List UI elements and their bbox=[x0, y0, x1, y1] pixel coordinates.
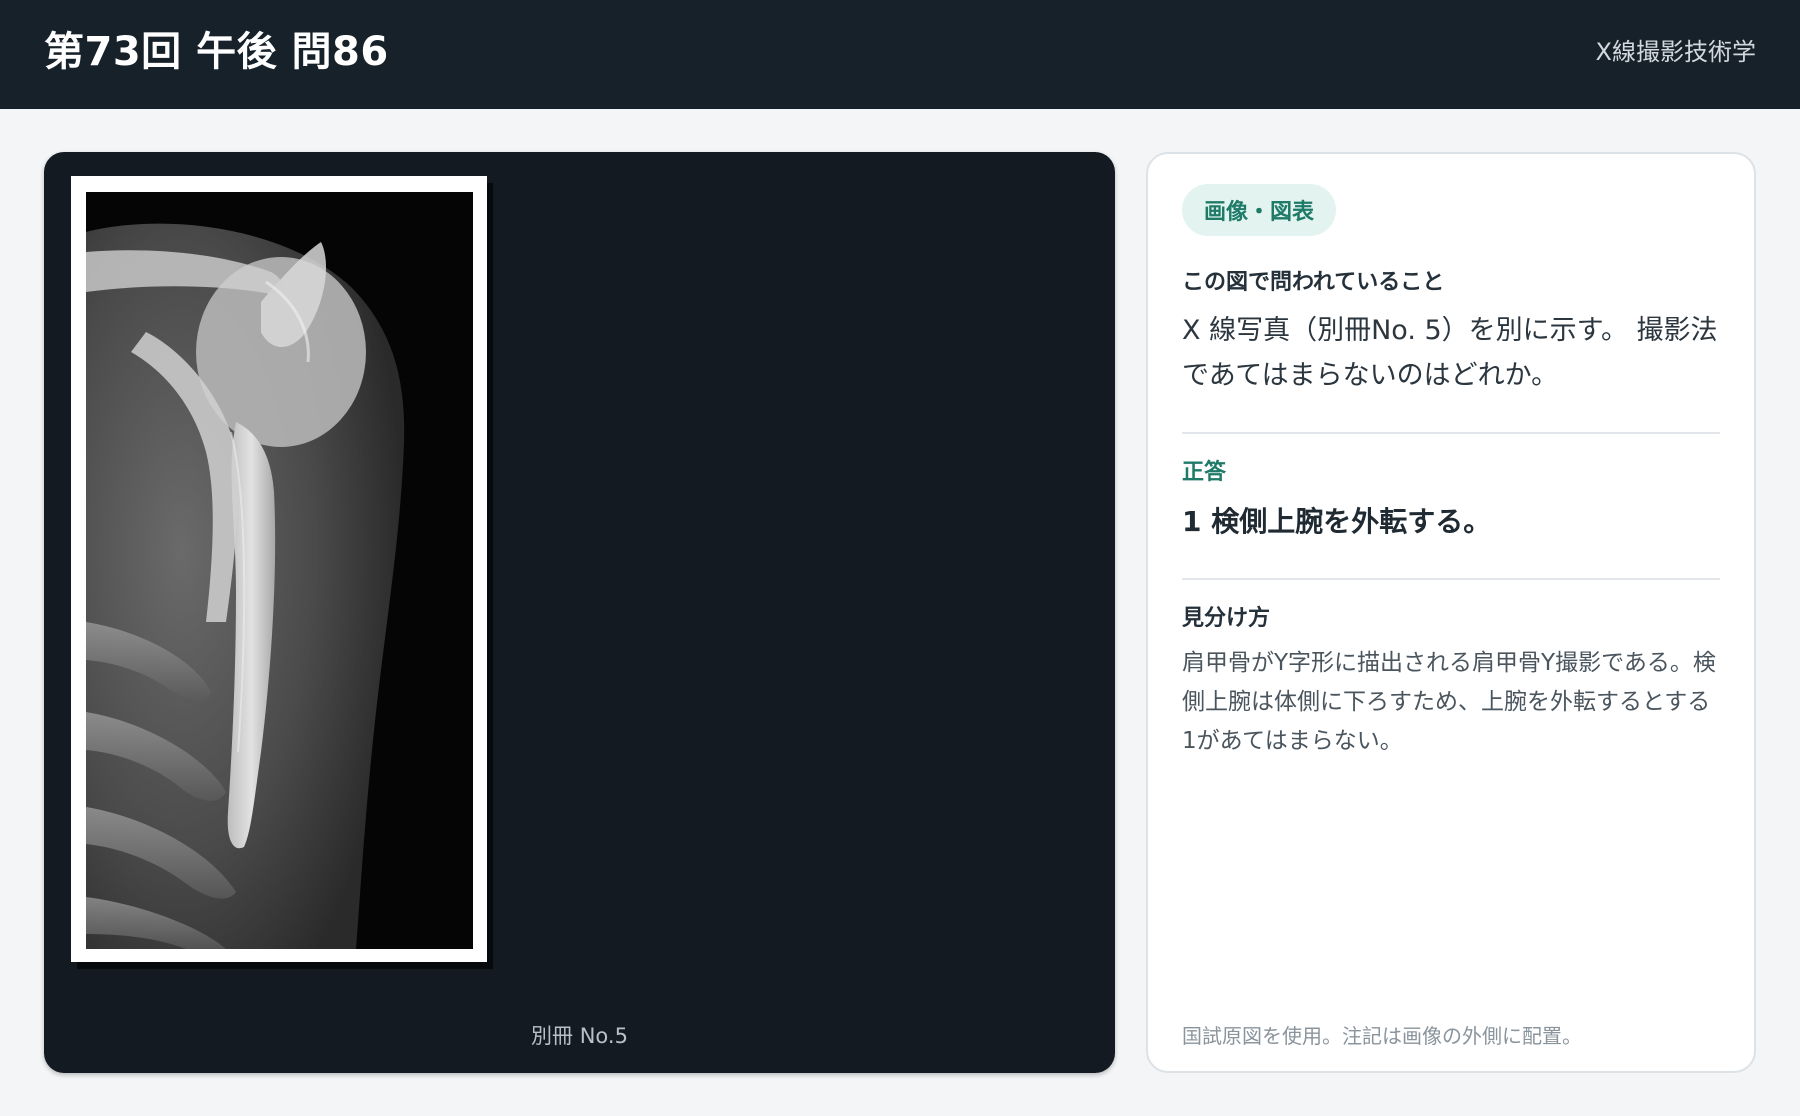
question-text: X 線写真（別冊No. 5）を別に示す。 撮影法であてはまらないのはどれか。 bbox=[1182, 315, 1718, 391]
question-label: この図で問われていること bbox=[1182, 270, 1445, 295]
figure-caption: 別冊 No.5 bbox=[531, 1024, 628, 1048]
answer-label: 正答 bbox=[1182, 460, 1227, 485]
subject-label: X線撮影技術学 bbox=[1595, 38, 1756, 66]
info-card: 画像・図表 この図で問われていること X 線写真（別冊No. 5）を別に示す。 … bbox=[1146, 152, 1756, 1073]
category-tag: 画像・図表 bbox=[1182, 184, 1337, 236]
xray-image bbox=[86, 192, 473, 949]
figure-panel: 別冊 No.5 bbox=[44, 152, 1115, 1073]
xray-image-frame bbox=[71, 176, 487, 962]
answer-text: 1 検側上腕を外転する。 bbox=[1182, 505, 1492, 538]
top-bar: 第73回 午後 問86 X線撮影技術学 bbox=[0, 0, 1800, 109]
divider bbox=[1182, 432, 1720, 434]
footnote: 国試原図を使用。注記は画像の外側に配置。 bbox=[1182, 1024, 1582, 1048]
explanation-text: 肩甲骨がY字形に描出される肩甲骨Y撮影である。検側上腕は体側に下ろすため、上腕を… bbox=[1182, 650, 1716, 754]
divider bbox=[1182, 578, 1720, 580]
shoulder-xray-illustration bbox=[86, 192, 473, 949]
explanation-label: 見分け方 bbox=[1182, 606, 1271, 631]
page-title: 第73回 午後 問86 bbox=[44, 28, 389, 75]
